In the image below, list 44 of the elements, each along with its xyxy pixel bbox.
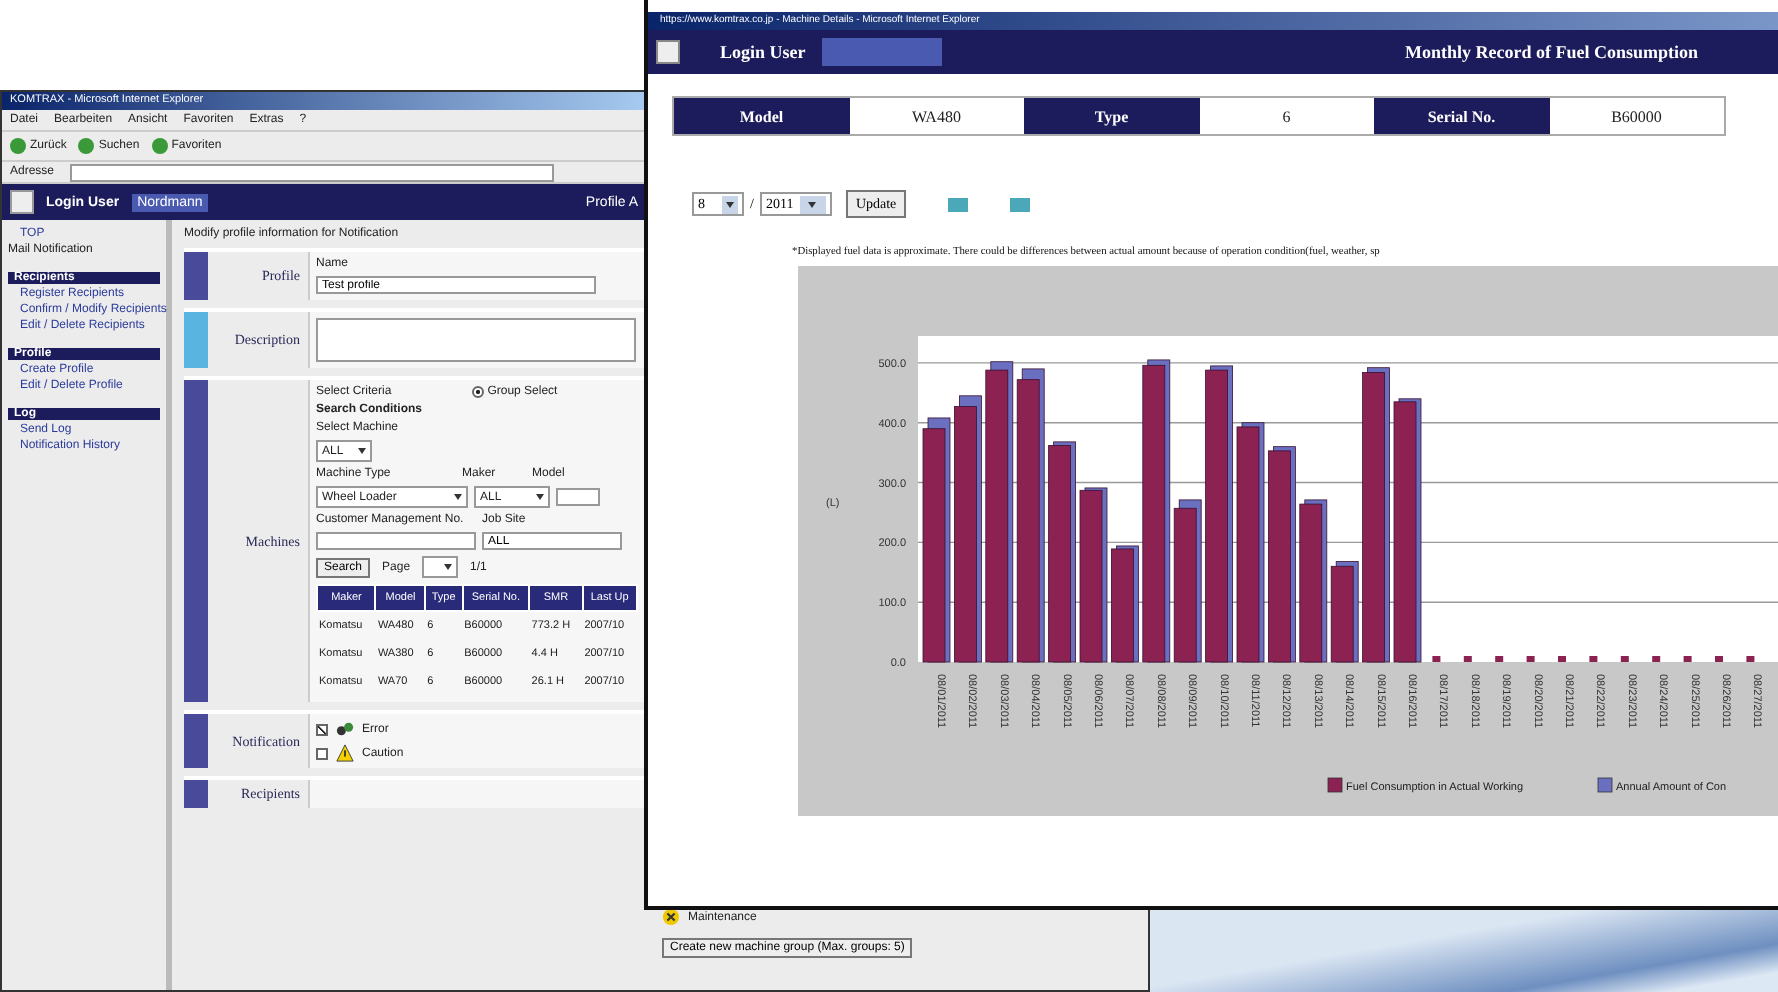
home-icon[interactable] xyxy=(656,40,680,64)
bar xyxy=(1432,656,1441,662)
bar xyxy=(1715,656,1723,662)
description-field[interactable] xyxy=(316,318,636,362)
bar xyxy=(1111,548,1134,663)
caret-icon xyxy=(536,494,544,500)
bar xyxy=(1652,656,1661,662)
caret-icon xyxy=(444,564,453,570)
section-strip xyxy=(184,252,208,300)
toolbar-icon xyxy=(78,138,95,154)
info-label: Serial No. xyxy=(1374,98,1549,134)
previous-icon[interactable] xyxy=(948,197,969,211)
bar xyxy=(1620,656,1629,662)
legend-swatch xyxy=(1597,777,1613,793)
page-select[interactable] xyxy=(422,556,459,578)
model-field[interactable] xyxy=(556,488,600,506)
bar xyxy=(1495,656,1504,662)
legend-swatch xyxy=(1327,777,1343,793)
section-strip xyxy=(184,312,208,368)
login-label: Login User xyxy=(720,42,806,62)
section-strip xyxy=(184,714,208,768)
checkbox[interactable] xyxy=(316,747,328,759)
checkbox[interactable] xyxy=(316,723,328,735)
bar xyxy=(1558,656,1566,662)
toolbar-icon xyxy=(10,138,26,154)
bar xyxy=(1746,656,1755,662)
bar xyxy=(1463,656,1472,662)
home-icon[interactable] xyxy=(10,190,34,214)
radio-button[interactable] xyxy=(471,386,484,398)
warning-icon xyxy=(336,744,354,762)
info-label: Type xyxy=(1024,98,1199,134)
section-strip xyxy=(184,780,208,808)
next-icon[interactable] xyxy=(1010,197,1031,211)
customer-number-field[interactable] xyxy=(316,532,476,550)
address-field[interactable] xyxy=(70,163,555,181)
toolbar-icon xyxy=(151,138,168,154)
bar xyxy=(1683,656,1692,662)
caret-icon xyxy=(358,448,366,454)
info-label: Model xyxy=(674,98,849,134)
login-value-field xyxy=(821,38,942,66)
page-title: Monthly Record of Fuel Consumption xyxy=(1404,42,1698,62)
bar xyxy=(1589,656,1598,662)
bar xyxy=(1526,656,1535,662)
caret-icon xyxy=(454,494,462,500)
